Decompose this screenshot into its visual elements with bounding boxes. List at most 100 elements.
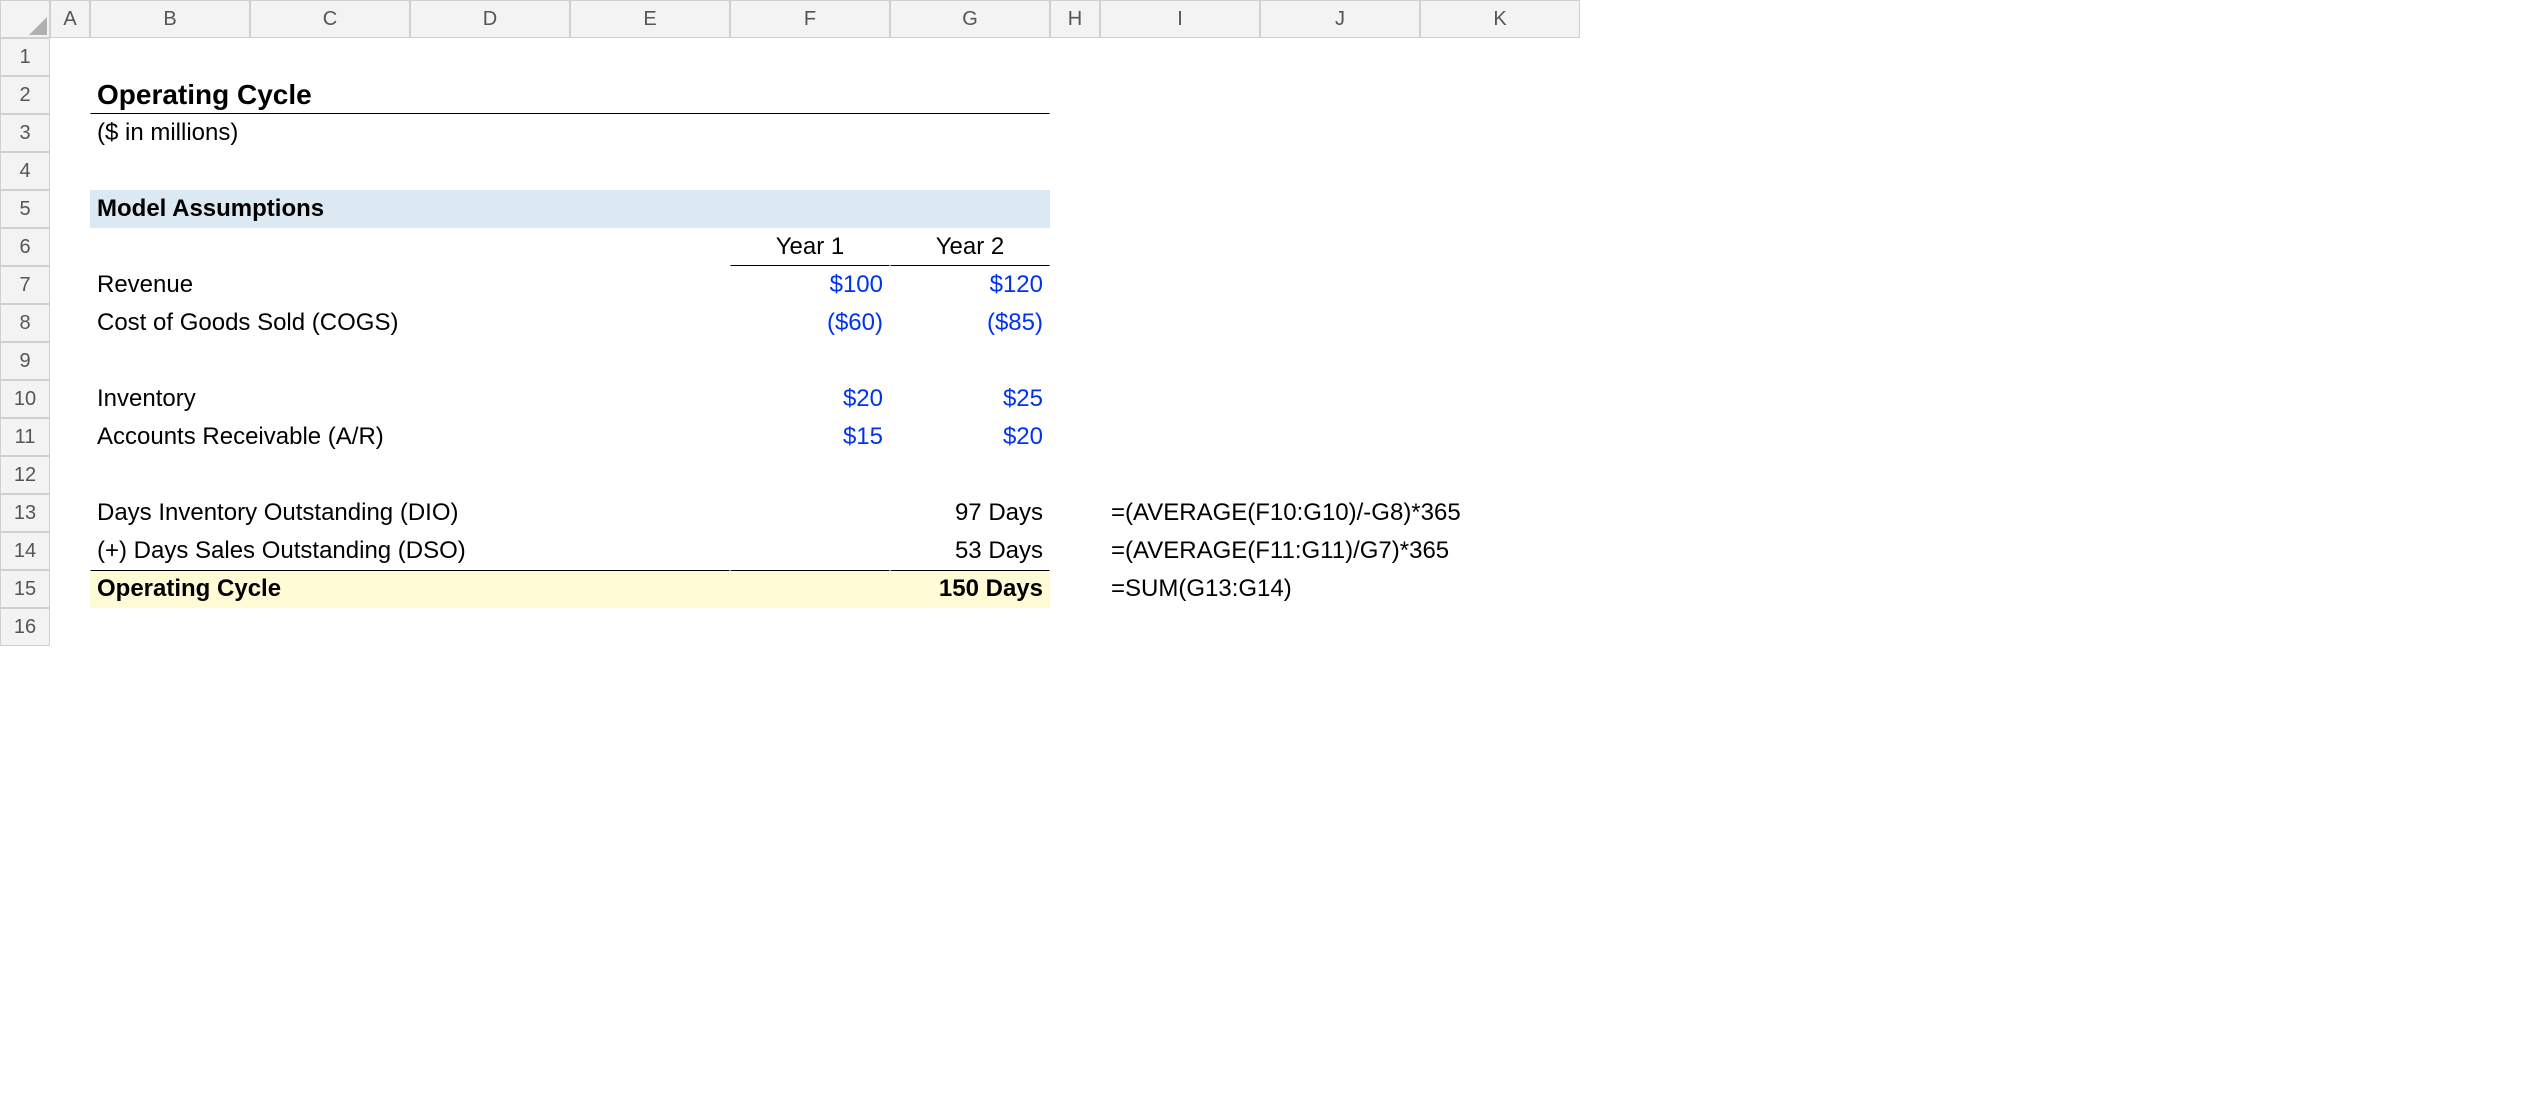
cell[interactable] xyxy=(50,608,90,646)
cell[interactable] xyxy=(1050,228,1100,266)
cell[interactable] xyxy=(1420,228,1580,266)
cell[interactable] xyxy=(1050,608,1100,646)
cell[interactable] xyxy=(90,456,250,494)
row-header-3[interactable]: 3 xyxy=(0,114,50,152)
cell[interactable] xyxy=(1050,76,1100,114)
cell[interactable] xyxy=(50,76,90,114)
row-header-16[interactable]: 16 xyxy=(0,608,50,646)
label-revenue[interactable]: Revenue xyxy=(90,266,730,304)
cell[interactable] xyxy=(50,304,90,342)
cell[interactable] xyxy=(250,228,410,266)
cell[interactable] xyxy=(90,38,250,76)
label-inventory[interactable]: Inventory xyxy=(90,380,730,418)
cell[interactable] xyxy=(1100,152,1260,190)
cell[interactable] xyxy=(1260,342,1420,380)
cell[interactable] xyxy=(1050,38,1100,76)
col-header-H[interactable]: H xyxy=(1050,0,1100,38)
revenue-y2[interactable]: $120 xyxy=(890,266,1050,304)
cell[interactable] xyxy=(1050,456,1100,494)
cell[interactable] xyxy=(1420,152,1580,190)
cell[interactable] xyxy=(1420,190,1580,228)
spreadsheet[interactable]: A B C D E F G H I J K 1 2 Operating Cycl… xyxy=(0,0,2524,646)
cell[interactable] xyxy=(410,342,570,380)
cell[interactable] xyxy=(50,266,90,304)
cell[interactable] xyxy=(1420,608,1580,646)
cell[interactable] xyxy=(50,456,90,494)
cell[interactable] xyxy=(90,342,250,380)
cell[interactable] xyxy=(50,190,90,228)
cell[interactable] xyxy=(250,608,410,646)
cell[interactable] xyxy=(1420,76,1580,114)
cell[interactable] xyxy=(1050,532,1100,570)
cell[interactable] xyxy=(90,152,250,190)
cell[interactable] xyxy=(1050,418,1100,456)
cell[interactable] xyxy=(1420,38,1580,76)
cell[interactable] xyxy=(250,456,410,494)
oc-formula[interactable]: =SUM(G13:G14) xyxy=(1100,570,1580,608)
row-header-7[interactable]: 7 xyxy=(0,266,50,304)
cell[interactable] xyxy=(1420,456,1580,494)
cell[interactable] xyxy=(1420,342,1580,380)
ar-y1[interactable]: $15 xyxy=(730,418,890,456)
cell[interactable] xyxy=(1260,456,1420,494)
cell[interactable] xyxy=(1260,114,1420,152)
row-header-15[interactable]: 15 xyxy=(0,570,50,608)
cell[interactable] xyxy=(50,380,90,418)
ar-y2[interactable]: $20 xyxy=(890,418,1050,456)
cell[interactable] xyxy=(1100,456,1260,494)
cell[interactable] xyxy=(90,228,250,266)
cell[interactable] xyxy=(570,608,730,646)
select-all-corner[interactable] xyxy=(0,0,50,38)
cell[interactable] xyxy=(410,608,570,646)
cell[interactable] xyxy=(410,38,570,76)
cell[interactable] xyxy=(50,570,90,608)
cell[interactable] xyxy=(1100,380,1260,418)
label-dio[interactable]: Days Inventory Outstanding (DIO) xyxy=(90,494,730,532)
cell[interactable] xyxy=(1100,266,1260,304)
cell[interactable] xyxy=(1100,190,1260,228)
row-header-14[interactable]: 14 xyxy=(0,532,50,570)
cell[interactable] xyxy=(1050,342,1100,380)
cell[interactable] xyxy=(1050,190,1100,228)
col-header-C[interactable]: C xyxy=(250,0,410,38)
page-title[interactable]: Operating Cycle xyxy=(90,76,1050,114)
col-header-D[interactable]: D xyxy=(410,0,570,38)
col-header-I[interactable]: I xyxy=(1100,0,1260,38)
cell[interactable] xyxy=(1420,266,1580,304)
cell[interactable] xyxy=(570,456,730,494)
cell[interactable] xyxy=(1050,152,1100,190)
subtitle[interactable]: ($ in millions) xyxy=(90,114,1050,152)
cell[interactable] xyxy=(1260,228,1420,266)
revenue-y1[interactable]: $100 xyxy=(730,266,890,304)
row-header-13[interactable]: 13 xyxy=(0,494,50,532)
cogs-y1[interactable]: ($60) xyxy=(730,304,890,342)
cell[interactable] xyxy=(570,38,730,76)
year1-header[interactable]: Year 1 xyxy=(730,228,890,266)
cell[interactable] xyxy=(1050,570,1100,608)
dio-formula[interactable]: =(AVERAGE(F10:G10)/-G8)*365 xyxy=(1100,494,1580,532)
cell[interactable] xyxy=(1050,494,1100,532)
cell[interactable] xyxy=(1100,418,1260,456)
row-header-4[interactable]: 4 xyxy=(0,152,50,190)
cell[interactable] xyxy=(1050,380,1100,418)
dso-formula[interactable]: =(AVERAGE(F11:G11)/G7)*365 xyxy=(1100,532,1580,570)
cell[interactable] xyxy=(50,38,90,76)
cell[interactable] xyxy=(250,342,410,380)
cell[interactable] xyxy=(730,532,890,570)
cell[interactable] xyxy=(1260,190,1420,228)
row-header-2[interactable]: 2 xyxy=(0,76,50,114)
row-header-11[interactable]: 11 xyxy=(0,418,50,456)
cell[interactable] xyxy=(1100,76,1260,114)
cell[interactable] xyxy=(1260,38,1420,76)
cell[interactable] xyxy=(50,342,90,380)
row-header-9[interactable]: 9 xyxy=(0,342,50,380)
row-header-1[interactable]: 1 xyxy=(0,38,50,76)
oc-value[interactable]: 150 Days xyxy=(890,570,1050,608)
cell[interactable] xyxy=(1100,608,1260,646)
cell[interactable] xyxy=(570,342,730,380)
cell[interactable] xyxy=(730,152,890,190)
row-header-8[interactable]: 8 xyxy=(0,304,50,342)
cell[interactable] xyxy=(1100,114,1260,152)
cell[interactable] xyxy=(50,228,90,266)
cell[interactable] xyxy=(50,494,90,532)
